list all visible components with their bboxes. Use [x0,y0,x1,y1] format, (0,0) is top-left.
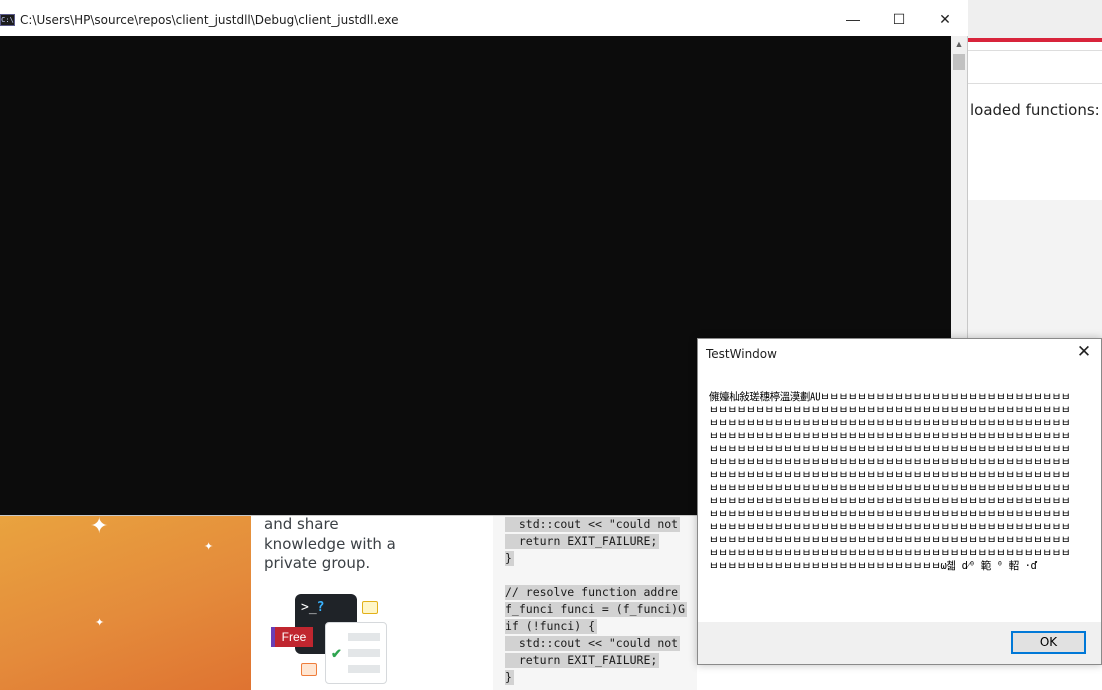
scroll-up-arrow-icon[interactable]: ▲ [951,36,967,53]
browser-tab-strip [968,0,1102,38]
code-line: } [505,670,514,685]
sparkle-icon: ✦ [90,515,109,538]
chat-bubble-icon [362,601,378,614]
background-panel [968,200,1102,340]
code-line: if (!funci) { [505,619,598,634]
chat-bubble-icon [301,663,317,676]
code-line: std::cout << "could not [505,517,681,532]
promo-line: private group. [264,554,371,572]
code-block: std::cout << "could not return EXIT_FAIL… [493,515,697,690]
free-badge: Free [271,627,313,647]
terminal-prompt-icon: >_? [301,600,324,615]
loaded-functions-text: loaded functions: [970,101,1100,119]
promo-description: and share knowledge with a private group… [264,515,484,574]
card-line [348,633,380,641]
maximize-button[interactable]: ☐ [876,5,922,36]
promo-banner: ✦ ✦ ✦ [0,515,251,690]
code-line: } [505,551,514,566]
terminal-question: ? [316,600,325,615]
console-titlebar[interactable]: C:\ C:\Users\HP\source\repos\client_just… [0,5,968,36]
dialog-title: TestWindow [706,347,777,361]
ok-button[interactable]: OK [1011,631,1086,654]
code-line: f_funci funci = (f_funci)G [505,602,688,617]
close-button[interactable]: ✕ [922,5,968,36]
checkmark-icon: ✔ [331,646,342,661]
console-window-title: C:\Users\HP\source\repos\client_justdll\… [20,13,399,27]
sparkle-icon: ✦ [204,541,214,553]
card-line [348,649,380,657]
sparkle-icon: ✦ [95,617,105,629]
code-line: return EXIT_FAILURE; [505,534,660,549]
terminal-prompt: >_ [301,600,317,615]
scroll-thumb[interactable] [953,54,965,70]
background-input-area [968,50,1102,84]
console-app-icon: C:\ [0,14,15,26]
code-line: std::cout << "could not [505,636,681,651]
message-first: 㒕嬯杣敍瑳穗楟溫漠劃㍳ [709,391,821,403]
card-line [348,665,380,673]
promo-line: knowledge with a [264,534,396,553]
code-line: return EXIT_FAILURE; [505,653,660,668]
testwindow-dialog[interactable]: TestWindow ✕ 㒕嬯杣敍瑳穗楟溫漠劃㍳ㅂㅂㅂㅂㅂㅂㅂㅂㅂㅂㅂㅂㅂㅂㅂㅂ… [697,338,1102,665]
dialog-message-text: 㒕嬯杣敍瑳穗楟溫漠劃㍳ㅂㅂㅂㅂㅂㅂㅂㅂㅂㅂㅂㅂㅂㅂㅂㅂㅂㅂㅂㅂㅂㅂㅂㅂㅂㅂㅂㅂㅂ… [709,391,1075,573]
minimize-button[interactable]: — [830,5,876,36]
message-filler: ㅂㅂㅂㅂㅂㅂㅂㅂㅂㅂㅂㅂㅂㅂㅂㅂㅂㅂㅂㅂㅂㅂㅂㅂㅂㅂㅂㅂㅂㅂㅂㅂㅂㅂㅂㅂㅂㅂㅂㅂ… [709,391,1071,572]
dialog-footer: OK [698,622,1101,664]
brand-accent-bar [968,38,1102,42]
dialog-close-button[interactable]: ✕ [1067,339,1101,367]
promo-line: and share [264,515,339,533]
message-tail: ω쳷 d⁄⁰ 範 ⁰ 軺 ·ď [940,560,1037,572]
code-line: // resolve function addre [505,585,681,600]
